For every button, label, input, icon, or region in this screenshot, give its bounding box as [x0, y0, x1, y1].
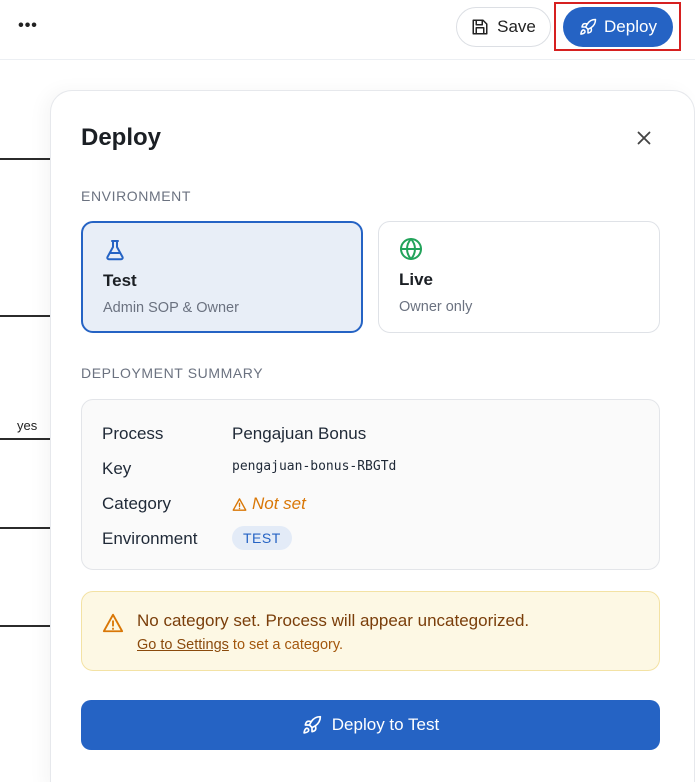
- flask-icon: [106, 240, 124, 261]
- env-name: Live: [399, 270, 434, 289]
- category-value: Not set: [232, 494, 306, 514]
- canvas-divider: [0, 438, 50, 440]
- close-icon[interactable]: [633, 127, 655, 149]
- env-name: Test: [103, 271, 137, 290]
- deploy-panel: Deploy ENVIRONMENT Test Admin SOP & Owne…: [50, 90, 695, 782]
- key-value: pengajuan-bonus-RBGTd: [232, 459, 397, 474]
- warning-icon: [102, 613, 124, 633]
- rocket-icon: [580, 18, 597, 35]
- save-label: Save: [497, 17, 536, 36]
- alert-title: No category set. Process will appear unc…: [137, 611, 530, 630]
- panel-title: Deploy: [81, 124, 162, 151]
- process-label: Process: [102, 424, 164, 443]
- env-option-live[interactable]: Live Owner only: [378, 221, 660, 333]
- env-description: Admin SOP & Owner: [103, 300, 239, 316]
- canvas-divider: [0, 527, 50, 529]
- canvas-divider: [0, 315, 50, 317]
- category-alert: No category set. Process will appear unc…: [81, 591, 660, 671]
- save-icon: [472, 19, 488, 35]
- deploy-to-test-button[interactable]: Deploy to Test: [81, 700, 660, 750]
- warning-icon: [232, 497, 247, 511]
- deploy-to-test-label: Deploy to Test: [331, 715, 440, 734]
- globe-icon: [400, 238, 422, 260]
- save-button[interactable]: Save: [456, 7, 551, 47]
- category-value-text: Not set: [252, 494, 306, 513]
- process-value: Pengajuan Bonus: [232, 424, 367, 443]
- environment-badge: TEST: [232, 526, 292, 550]
- category-label: Category: [102, 494, 171, 513]
- key-label: Key: [102, 459, 132, 478]
- environment-section-label: ENVIRONMENT: [81, 188, 192, 204]
- edge-label: yes: [17, 418, 38, 433]
- canvas-divider: [0, 158, 50, 160]
- alert-suffix: to set a category.: [228, 637, 344, 653]
- go-to-settings-link[interactable]: Go to Settings: [137, 637, 229, 653]
- more-options-button[interactable]: •••: [14, 12, 42, 40]
- canvas-divider: [0, 625, 50, 627]
- deployment-summary: Process Pengajuan Bonus Key pengajuan-bo…: [81, 399, 660, 570]
- top-bar: ••• Save Deploy: [0, 0, 695, 60]
- deploy-label: Deploy: [604, 17, 657, 36]
- env-description: Owner only: [399, 299, 473, 315]
- summary-section-label: DEPLOYMENT SUMMARY: [81, 365, 264, 381]
- alert-subtitle: Go to Settings to set a category.: [137, 637, 343, 653]
- deploy-button[interactable]: Deploy: [563, 7, 673, 47]
- environment-label: Environment: [102, 529, 198, 548]
- rocket-icon: [303, 715, 321, 734]
- env-option-test[interactable]: Test Admin SOP & Owner: [81, 221, 363, 333]
